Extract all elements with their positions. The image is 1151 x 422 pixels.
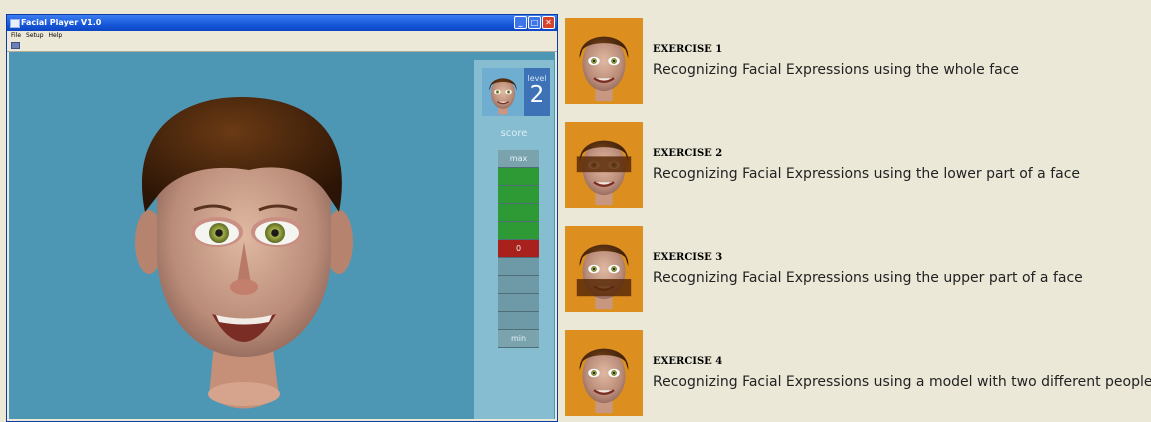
menu-file[interactable]: File	[11, 31, 21, 40]
face-full-icon	[565, 18, 643, 104]
app-icon	[10, 19, 20, 28]
exercise-description: Recognizing Facial Expressions using the…	[653, 62, 1020, 78]
meter-max-label: max	[498, 150, 539, 168]
face-upper-masked-icon	[565, 122, 643, 208]
exercise-item-1[interactable]: EXERCISE 1 Recognizing Facial Expression…	[565, 18, 1151, 104]
meter-zero-label: 0	[498, 240, 539, 258]
meter-segment-empty	[498, 294, 539, 312]
meter-segment-filled	[498, 168, 539, 186]
meter-segment-empty	[498, 258, 539, 276]
level-indicator: level 2	[524, 68, 550, 116]
meter-segment-filled	[498, 222, 539, 240]
meter-segment-filled	[498, 204, 539, 222]
close-button[interactable]: ✕	[542, 16, 555, 29]
minimize-button[interactable]: _	[514, 16, 527, 29]
toolbar	[7, 40, 557, 52]
exercise-item-3[interactable]: EXERCISE 3 Recognizing Facial Expression…	[565, 226, 1151, 312]
app-window: Facial Player V1.0 _ □ ✕ File Setup Help	[6, 14, 558, 422]
exercise-title: EXERCISE 4	[653, 356, 723, 367]
meter-segment-filled	[498, 186, 539, 204]
face-lower-masked-icon	[565, 226, 643, 312]
avatar-face	[135, 97, 353, 409]
score-label: score	[500, 128, 528, 139]
window-title: Facial Player V1.0	[21, 18, 102, 27]
face-full-icon	[565, 330, 643, 416]
target-face-thumbnail	[482, 68, 524, 116]
exercise-description: Recognizing Facial Expressions using a m…	[653, 374, 1151, 390]
exercise-description: Recognizing Facial Expressions using the…	[653, 166, 1081, 182]
menu-bar: File Setup Help	[7, 31, 557, 40]
maximize-button[interactable]: □	[528, 16, 541, 29]
exercise-description: Recognizing Facial Expressions using the…	[653, 270, 1083, 286]
menu-help[interactable]: Help	[49, 31, 63, 40]
exercise-title: EXERCISE 1	[653, 44, 723, 55]
meter-min-label: min	[498, 330, 539, 348]
exercise-title: EXERCISE 3	[653, 252, 723, 263]
exercise-item-4[interactable]: EXERCISE 4 Recognizing Facial Expression…	[565, 330, 1151, 416]
open-folder-icon[interactable]	[11, 42, 20, 49]
score-meter: max 0 min	[498, 150, 539, 348]
exercise-item-2[interactable]: EXERCISE 2 Recognizing Facial Expression…	[565, 122, 1151, 208]
title-bar[interactable]: Facial Player V1.0 _ □ ✕	[7, 15, 557, 31]
exercise-title: EXERCISE 2	[653, 148, 723, 159]
meter-segment-empty	[498, 312, 539, 330]
game-panel: level 2 score max 0 min	[474, 60, 554, 419]
level-value: 2	[529, 82, 545, 108]
menu-setup[interactable]: Setup	[26, 31, 43, 40]
meter-segment-empty	[498, 276, 539, 294]
